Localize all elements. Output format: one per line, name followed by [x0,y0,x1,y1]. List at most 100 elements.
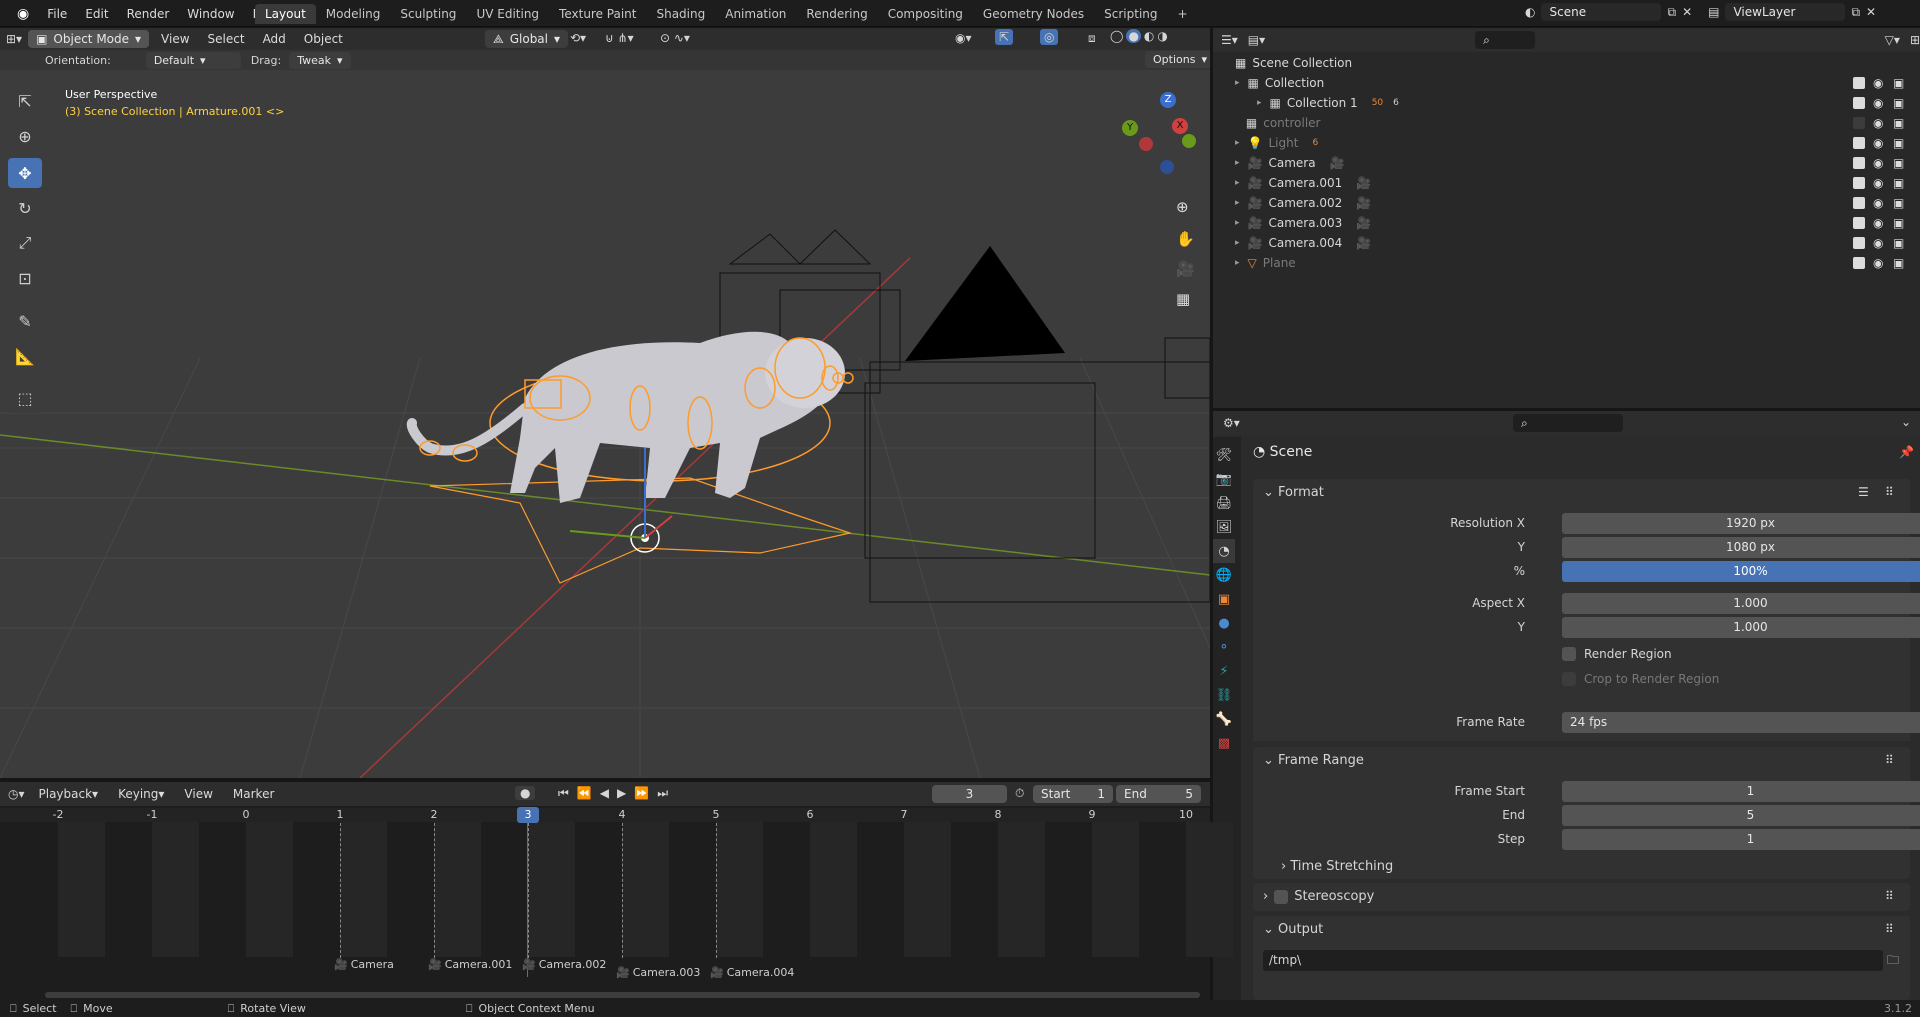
camera-data-icon[interactable]: 🎥 [1356,176,1371,190]
camera-data-icon[interactable]: 🎥 [1356,216,1371,230]
exclude-checkbox[interactable] [1853,157,1865,169]
menu-view[interactable]: View [178,787,218,801]
expand-arrow-icon[interactable]: ▸ [1235,78,1240,88]
exclude-checkbox[interactable] [1853,137,1865,149]
expand-arrow-icon[interactable]: ▸ [1235,158,1240,168]
current-frame-field[interactable]: 3 [932,785,1007,803]
timeline-marker[interactable]: 🎥 Camera.001 [428,958,512,971]
aspect-x-field[interactable]: 1.000 [1562,593,1920,614]
camera-data-icon[interactable]: 🎥 [1356,196,1371,210]
transform-tool-icon[interactable]: ⊡ [8,263,42,293]
tab-sculpting[interactable]: Sculpting [390,4,466,24]
gizmo-neg-x-icon[interactable] [1139,137,1153,151]
render-icon[interactable]: ▣ [1893,156,1904,170]
timeline-track-area[interactable]: -2-1012345678910 3 🎥Camera🎥Camera.001🎥Ca… [0,807,1233,998]
frame-start-field[interactable]: 1 [1562,781,1920,802]
outliner-item[interactable]: ▸ 🎥 Camera.002 🎥 ◉ ▣ [1213,193,1920,213]
timeline-scrollbar[interactable] [45,992,1200,998]
render-icon[interactable]: ▣ [1893,196,1904,210]
menu-edit[interactable]: Edit [76,7,117,21]
expand-arrow-icon[interactable]: ▸ [1235,218,1240,228]
object-tab-icon[interactable]: ▣ [1213,587,1235,611]
tab-compositing[interactable]: Compositing [878,4,973,24]
view-layer-selector[interactable]: ViewLayer [1725,3,1846,21]
add-cube-tool-icon[interactable]: ⬚ [8,383,42,413]
jump-start-icon[interactable]: ⏮ [558,786,569,801]
menu-window[interactable]: Window [178,7,243,21]
editor-type-icon[interactable]: ◷▾ [8,787,25,801]
expand-arrow-icon[interactable]: ▸ [1235,198,1240,208]
resolution-y-field[interactable]: 1080 px [1562,537,1920,558]
blender-logo-icon[interactable]: ◉ [8,6,38,22]
expand-arrow-icon[interactable]: ▸ [1235,138,1240,148]
tool-tab-icon[interactable]: 🛠 [1213,443,1235,467]
play-icon[interactable]: ▶ [617,786,626,801]
exclude-checkbox[interactable] [1853,77,1865,89]
view-layer-new-icon[interactable]: ⧉ [1851,5,1860,20]
render-icon[interactable]: ▣ [1893,176,1904,190]
frame-step-field[interactable]: 1 [1562,829,1920,850]
annotate-tool-icon[interactable]: ✎ [8,306,42,336]
frame-rate-dropdown[interactable]: 24 fps⌄ [1562,712,1920,733]
data-tab-icon[interactable]: 🦴 [1213,707,1235,731]
camera-view-icon[interactable]: 🎥 [1176,260,1195,278]
render-region-checkbox[interactable]: Render Region [1562,647,1672,661]
render-tab-icon[interactable]: 📷 [1213,467,1235,491]
expand-arrow-icon[interactable]: ▸ [1235,238,1240,248]
lioness-model[interactable] [406,331,854,584]
stereoscopy-checkbox[interactable] [1274,889,1289,904]
menu-keying[interactable]: Keying▾ [112,787,170,801]
time-stretching-subpanel[interactable]: › Time Stretching [1281,859,1393,874]
move-tool-icon[interactable]: ✥ [8,158,42,188]
stopwatch-icon[interactable]: ⏱ [1015,786,1024,801]
exclude-checkbox[interactable] [1853,97,1865,109]
frame-end-field[interactable]: 5 [1562,805,1920,826]
outliner-item[interactable]: ▸ 🎥 Camera.004 🎥 ◉ ▣ [1213,233,1920,253]
select-tool-icon[interactable]: ⇱ [8,86,42,116]
properties-search-input[interactable]: ⌕ [1513,414,1623,432]
jump-end-icon[interactable]: ⏭ [657,786,668,801]
menu-playback[interactable]: Playback▾ [33,787,105,801]
eye-icon[interactable]: ◉ [1873,76,1883,90]
presets-icon[interactable]: ☰ [1858,485,1869,499]
editor-type-icon[interactable]: ☰▾ [1221,33,1238,47]
render-icon[interactable]: ▣ [1893,136,1904,150]
gizmo-z-icon[interactable]: Z [1160,92,1176,108]
zoom-icon[interactable]: ⊕ [1176,198,1189,216]
modifier-tab-icon[interactable]: ● [1213,611,1235,635]
exclude-checkbox[interactable] [1853,197,1865,209]
menu-render[interactable]: Render [118,7,179,21]
folder-icon[interactable]: 🗀 [1887,951,1899,972]
gizmo-y-icon[interactable]: Y [1122,120,1138,136]
camera-data-icon[interactable]: 🎥 [1356,236,1371,250]
exclude-checkbox[interactable] [1853,257,1865,269]
drag-handle-icon[interactable]: ⠿ [1885,922,1894,936]
eye-icon[interactable]: ◉ [1873,236,1883,250]
filter-icon[interactable]: ▽▾ [1885,33,1900,47]
outliner-item[interactable]: ▦ controller ◉ ▣ [1213,113,1920,133]
tab-rendering[interactable]: Rendering [796,4,877,24]
scale-tool-icon[interactable]: ⤢ [8,228,42,258]
tab-scripting[interactable]: Scripting [1094,4,1167,24]
eye-icon[interactable]: ◉ [1873,136,1883,150]
tab-texture-paint[interactable]: Texture Paint [549,4,646,24]
view-layer-tab-icon[interactable]: 🖼 [1213,515,1235,539]
expand-arrow-icon[interactable]: ▸ [1235,258,1240,268]
particles-tab-icon[interactable]: ⚬ [1213,635,1235,659]
exclude-checkbox[interactable] [1853,237,1865,249]
tab-shading[interactable]: Shading [646,4,715,24]
tab-uv-editing[interactable]: UV Editing [466,4,549,24]
resolution-x-field[interactable]: 1920 px [1562,513,1920,534]
outliner-item[interactable]: ▸ 🎥 Camera 🎥 ◉ ▣ [1213,153,1920,173]
output-path-input[interactable]: /tmp\ [1263,950,1883,971]
format-panel-header[interactable]: ⌄ Format [1263,485,1324,500]
drag-handle-icon[interactable]: ⠿ [1885,753,1894,767]
drag-handle-icon[interactable]: ⠿ [1885,485,1894,499]
end-frame-field[interactable]: End 5 [1116,785,1201,803]
play-reverse-icon[interactable]: ◀ [600,786,609,801]
prev-keyframe-icon[interactable]: ⏪ [577,786,592,801]
editor-type-icon[interactable]: ⚙▾ [1223,416,1240,430]
eye-icon[interactable]: ◉ [1873,176,1883,190]
world-tab-icon[interactable]: 🌐 [1213,563,1235,587]
start-frame-field[interactable]: Start 1 [1033,785,1113,803]
